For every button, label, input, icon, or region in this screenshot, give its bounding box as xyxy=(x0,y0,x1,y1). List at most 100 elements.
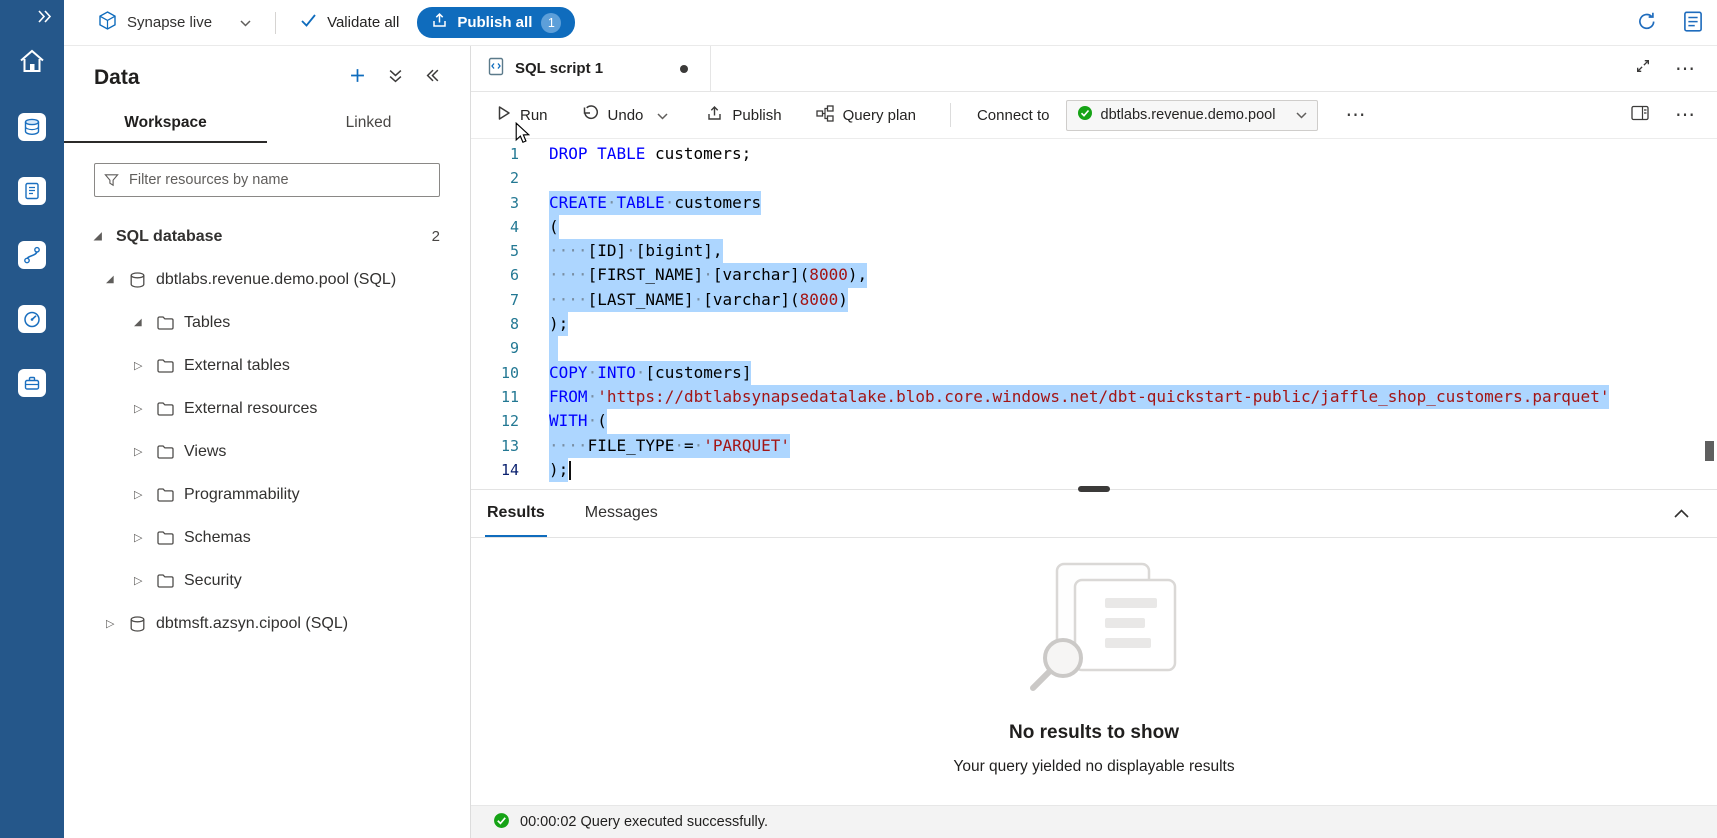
add-resource-button[interactable] xyxy=(348,66,367,90)
double-chevron-left-icon xyxy=(426,69,440,87)
filter-input[interactable] xyxy=(94,163,440,197)
code-line[interactable]: 13····FILE_TYPE·=·'PARQUET' xyxy=(471,434,1717,458)
tree-item-sql-database[interactable]: ◢SQL database2 xyxy=(64,215,470,258)
expand-rail-button[interactable] xyxy=(37,9,52,29)
code-line[interactable]: 12WITH·( xyxy=(471,409,1717,433)
publish-all-label: Publish all xyxy=(457,14,532,31)
code-line[interactable]: 6····[FIRST_NAME]·[varchar](8000), xyxy=(471,263,1717,287)
tab-workspace[interactable]: Workspace xyxy=(64,104,267,143)
collapse-expander-icon[interactable]: ◢ xyxy=(106,274,128,285)
editor-tab-sql-script-1[interactable]: SQL script 1 xyxy=(471,46,711,91)
tree-item-external-tables[interactable]: ▷External tables xyxy=(64,344,470,387)
code-line[interactable]: 3 CREATE·TABLE·customers xyxy=(471,191,1717,215)
run-label: Run xyxy=(520,107,548,124)
code-line[interactable]: 10COPY·INTO·[customers] xyxy=(471,361,1717,385)
collapse-panel-button[interactable] xyxy=(424,67,442,89)
properties-button[interactable] xyxy=(1683,10,1703,36)
expand-expander-icon[interactable]: ▷ xyxy=(134,488,156,501)
text-cursor xyxy=(569,461,571,480)
line-number: 10 xyxy=(471,361,519,385)
collapse-results-button[interactable] xyxy=(1674,505,1689,523)
code-line[interactable]: 8); xyxy=(471,312,1717,336)
expand-editor-button[interactable] xyxy=(1635,58,1651,79)
line-text: CREATE·TABLE·customers xyxy=(549,191,761,215)
rail-item-data[interactable] xyxy=(0,95,64,159)
query-plan-button[interactable]: Query plan xyxy=(816,105,916,126)
data-icon xyxy=(18,113,46,141)
sql-editor[interactable]: 1DROP TABLE customers;23 CREATE·TABLE·cus… xyxy=(471,139,1717,489)
layout-button[interactable] xyxy=(1631,105,1649,125)
expand-expander-icon[interactable]: ▷ xyxy=(134,574,156,587)
editor-more-button[interactable]: ⋯ xyxy=(1675,59,1695,79)
expand-expander-icon[interactable]: ▷ xyxy=(134,445,156,458)
rail-item-integrate[interactable] xyxy=(0,223,64,287)
code-line[interactable]: 1DROP TABLE customers; xyxy=(471,142,1717,166)
run-button[interactable]: Run xyxy=(497,105,548,125)
results-body: No results to show Your query yielded no… xyxy=(471,538,1717,805)
line-number: 7 xyxy=(471,288,519,312)
tree-item-external-resources[interactable]: ▷External resources xyxy=(64,387,470,430)
code-line[interactable]: 5····[ID]·[bigint], xyxy=(471,239,1717,263)
tree-item-schemas[interactable]: ▷Schemas xyxy=(64,516,470,559)
collapse-expander-icon[interactable]: ◢ xyxy=(94,231,116,242)
line-text xyxy=(549,336,558,360)
tree-item-dbtmsft-azsyn-cipool-sql[interactable]: ▷dbtmsft.azsyn.cipool (SQL) xyxy=(64,602,470,645)
chevron-up-icon xyxy=(1674,505,1689,523)
synapse-studio: Synapse live Validate all Publish all 1 xyxy=(0,0,1717,838)
tree-item-label: Security xyxy=(184,572,242,590)
tab-results[interactable]: Results xyxy=(485,490,547,537)
undo-button[interactable]: Undo xyxy=(582,105,644,125)
chevron-down-icon xyxy=(1296,107,1307,123)
validate-all-button[interactable]: Validate all xyxy=(300,13,399,32)
expand-diagonal-icon xyxy=(1635,58,1651,79)
tree-item-dbtlabs-revenue-demo-pool-sql[interactable]: ◢dbtlabs.revenue.demo.pool (SQL) xyxy=(64,258,470,301)
code-line[interactable]: 7 ····[LAST_NAME]·[varchar](8000) xyxy=(471,288,1717,312)
refresh-button[interactable] xyxy=(1637,11,1657,35)
rail-item-manage[interactable] xyxy=(0,351,64,415)
tree-item-programmability[interactable]: ▷Programmability xyxy=(64,473,470,516)
rail-item-develop[interactable] xyxy=(0,159,64,223)
synapse-live-selector[interactable]: Synapse live xyxy=(98,11,251,34)
query-plan-label: Query plan xyxy=(843,107,916,124)
pool-selector[interactable]: dbtlabs.revenue.demo.pool xyxy=(1066,100,1318,131)
line-number: 3 xyxy=(471,191,519,215)
tree-item-label: Tables xyxy=(184,314,230,332)
rail-item-home[interactable] xyxy=(0,31,64,95)
folder-icon xyxy=(157,359,174,373)
chevron-down-icon xyxy=(240,14,251,31)
code-line[interactable]: 9 xyxy=(471,336,1717,360)
tree-item-label: Views xyxy=(184,443,226,461)
connect-to-label: Connect to xyxy=(977,107,1050,124)
line-text: FROM·'https://dbtlabsynapsedatalake.blob… xyxy=(549,385,1609,409)
expand-expander-icon[interactable]: ▷ xyxy=(134,531,156,544)
tree-item-views[interactable]: ▷ Views xyxy=(64,430,470,473)
plus-icon xyxy=(350,68,365,88)
expand-expander-icon[interactable]: ▷ xyxy=(134,359,156,372)
line-number: 11 xyxy=(471,385,519,409)
status-text: 00:00:02 Query executed successfully. xyxy=(520,814,768,830)
collapse-expander-icon[interactable]: ◢ xyxy=(134,317,156,328)
collapse-all-button[interactable] xyxy=(387,67,404,90)
code-line[interactable]: 2 xyxy=(471,166,1717,190)
rail-item-monitor[interactable] xyxy=(0,287,64,351)
publish-all-button[interactable]: Publish all 1 xyxy=(417,7,575,38)
pane-resize-handle[interactable] xyxy=(1078,486,1110,492)
line-text: ····[FIRST_NAME]·[varchar](8000), xyxy=(549,263,867,287)
code-line[interactable]: 4( xyxy=(471,215,1717,239)
line-text: ····FILE_TYPE·=·'PARQUET' xyxy=(549,434,790,458)
expand-expander-icon[interactable]: ▷ xyxy=(134,402,156,415)
toolbar-more-button[interactable]: ⋯ xyxy=(1346,105,1366,125)
toolbar-more-right-button[interactable]: ⋯ xyxy=(1675,105,1695,125)
tab-messages[interactable]: Messages xyxy=(583,490,660,537)
script-icon xyxy=(487,57,505,81)
tree-item-security[interactable]: ▷ Security xyxy=(64,559,470,602)
tree-item-tables[interactable]: ◢ Tables xyxy=(64,301,470,344)
line-text: ····[LAST_NAME]·[varchar](8000) xyxy=(549,288,848,312)
clipboard-icon xyxy=(1683,10,1703,36)
undo-dropdown-button[interactable] xyxy=(653,103,672,128)
tab-linked[interactable]: Linked xyxy=(267,104,470,143)
publish-button[interactable]: Publish xyxy=(706,105,781,126)
expand-expander-icon[interactable]: ▷ xyxy=(106,617,128,630)
code-line[interactable]: 11 FROM·'https://dbtlabsynapsedatalake.bl… xyxy=(471,385,1717,409)
code-line[interactable]: 14); xyxy=(471,458,1717,482)
